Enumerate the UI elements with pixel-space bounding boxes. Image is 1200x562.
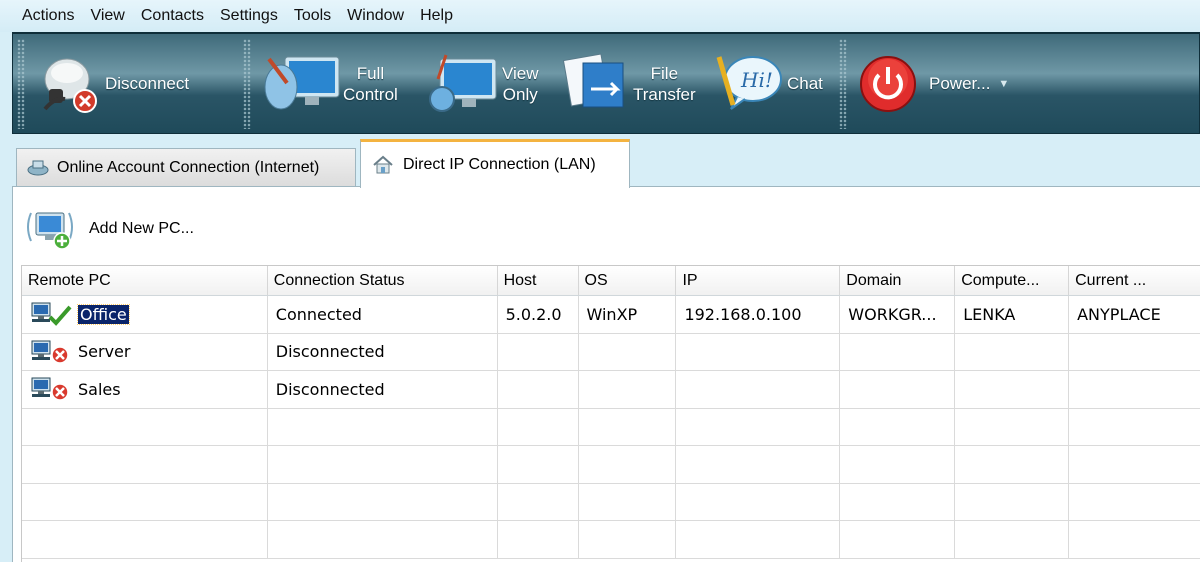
menu-window[interactable]: Window	[339, 7, 412, 25]
remote-pc-table: Remote PC Connection Status Host OS IP D…	[21, 265, 1200, 562]
menu-help[interactable]: Help	[412, 7, 461, 25]
column-os[interactable]: OS	[579, 266, 677, 295]
toolbar-grip[interactable]	[839, 38, 847, 129]
empty-row	[22, 521, 1200, 559]
menu-actions[interactable]: Actions	[14, 7, 82, 25]
pc-disconnected-icon	[31, 377, 69, 401]
os-cell	[579, 371, 677, 408]
power-label: Power...	[929, 74, 991, 93]
menu-view[interactable]: View	[82, 7, 132, 25]
host-cell	[498, 333, 579, 370]
file-transfer-icon	[562, 52, 624, 107]
column-current[interactable]: Current ...	[1069, 266, 1200, 295]
computer-cell: LENKA	[955, 296, 1070, 333]
os-cell	[579, 333, 677, 370]
status-cell: Connected	[268, 296, 498, 333]
chat-icon: Hi!	[716, 55, 782, 110]
disconnect-button[interactable]: Disconnect	[29, 39, 239, 129]
computer-cell	[955, 371, 1070, 408]
menu-settings[interactable]: Settings	[212, 7, 286, 25]
connection-tabs: Online Account Connection (Internet) Dir…	[12, 138, 1200, 188]
empty-row	[22, 446, 1200, 484]
network-icon	[27, 160, 49, 175]
column-domain[interactable]: Domain	[840, 266, 956, 295]
tab-online-label: Online Account Connection (Internet)	[57, 158, 320, 176]
status-cell: Disconnected	[268, 333, 498, 370]
view-only-button[interactable]: View Only	[420, 39, 555, 129]
power-icon	[860, 55, 916, 112]
empty-row	[22, 483, 1200, 521]
computer-cell	[955, 333, 1070, 370]
tab-direct-ip[interactable]: Direct IP Connection (LAN)	[360, 139, 630, 188]
domain-cell	[840, 333, 956, 370]
menu-contacts[interactable]: Contacts	[133, 7, 212, 25]
power-button[interactable]: Power... ▼	[851, 39, 1051, 129]
full-control-label: Full Control	[343, 63, 398, 104]
column-ip[interactable]: IP	[676, 266, 841, 295]
add-pc-icon	[27, 212, 73, 250]
pc-connected-icon	[31, 302, 72, 327]
pc-disconnected-icon	[31, 340, 69, 364]
chevron-down-icon[interactable]: ▼	[998, 78, 1009, 90]
tab-online-account[interactable]: Online Account Connection (Internet)	[16, 148, 356, 186]
current-cell	[1069, 334, 1200, 371]
menu-bar: Actions View Contacts Settings Tools Win…	[0, 0, 1200, 32]
toolbar-grip[interactable]	[17, 38, 25, 129]
disconnect-label: Disconnect	[105, 74, 190, 93]
status-cell: Disconnected	[268, 371, 498, 408]
add-pc-label: Add New PC...	[89, 220, 194, 237]
pc-name[interactable]: Office	[77, 303, 130, 325]
ip-cell	[676, 371, 841, 408]
column-connection-status[interactable]: Connection Status	[268, 266, 498, 295]
current-cell	[1069, 371, 1200, 408]
domain-cell: WORKGR...	[840, 296, 956, 333]
ip-cell	[676, 333, 841, 370]
chat-label: Chat	[787, 74, 823, 93]
current-cell: ANYPLACE	[1069, 296, 1200, 333]
menu-tools[interactable]: Tools	[286, 7, 339, 25]
domain-cell	[840, 371, 956, 408]
connection-panel: Add New PC... Remote PC Connection Statu…	[12, 186, 1200, 562]
file-transfer-button[interactable]: File Transfer	[555, 39, 707, 129]
column-host[interactable]: Host	[498, 266, 579, 295]
view-only-label: View Only	[502, 63, 539, 104]
table-header: Remote PC Connection Status Host OS IP D…	[22, 266, 1200, 296]
pc-name[interactable]: Server	[78, 342, 130, 361]
full-control-button[interactable]: Full Control	[255, 39, 420, 129]
table-row[interactable]: Sales Disconnected	[22, 371, 1200, 409]
full-control-icon	[264, 56, 340, 109]
empty-row	[22, 408, 1200, 446]
column-computer[interactable]: Compute...	[955, 266, 1070, 295]
table-row[interactable]: Server Disconnected	[22, 333, 1200, 371]
toolbar-grip[interactable]	[243, 38, 251, 129]
svg-text:Hi!: Hi!	[740, 68, 773, 92]
toolbar: Disconnect Full Control View Only File T…	[12, 32, 1200, 134]
os-cell: WinXP	[579, 296, 677, 333]
chat-button[interactable]: Hi! Chat	[707, 39, 835, 129]
ip-cell: 192.168.0.100	[676, 296, 841, 333]
home-network-icon	[373, 155, 393, 174]
tab-direct-label: Direct IP Connection (LAN)	[403, 156, 596, 173]
add-new-pc-button[interactable]: Add New PC...	[25, 207, 194, 251]
host-cell: 5.0.2.0	[498, 296, 579, 333]
pc-name[interactable]: Sales	[78, 380, 121, 399]
view-only-icon	[429, 54, 497, 112]
host-cell	[498, 371, 579, 408]
file-transfer-label: File Transfer	[633, 63, 696, 104]
disconnect-icon	[43, 58, 97, 113]
table-row[interactable]: Office Connected 5.0.2.0 WinXP 192.168.0…	[22, 296, 1200, 334]
column-remote-pc[interactable]: Remote PC	[22, 266, 268, 295]
